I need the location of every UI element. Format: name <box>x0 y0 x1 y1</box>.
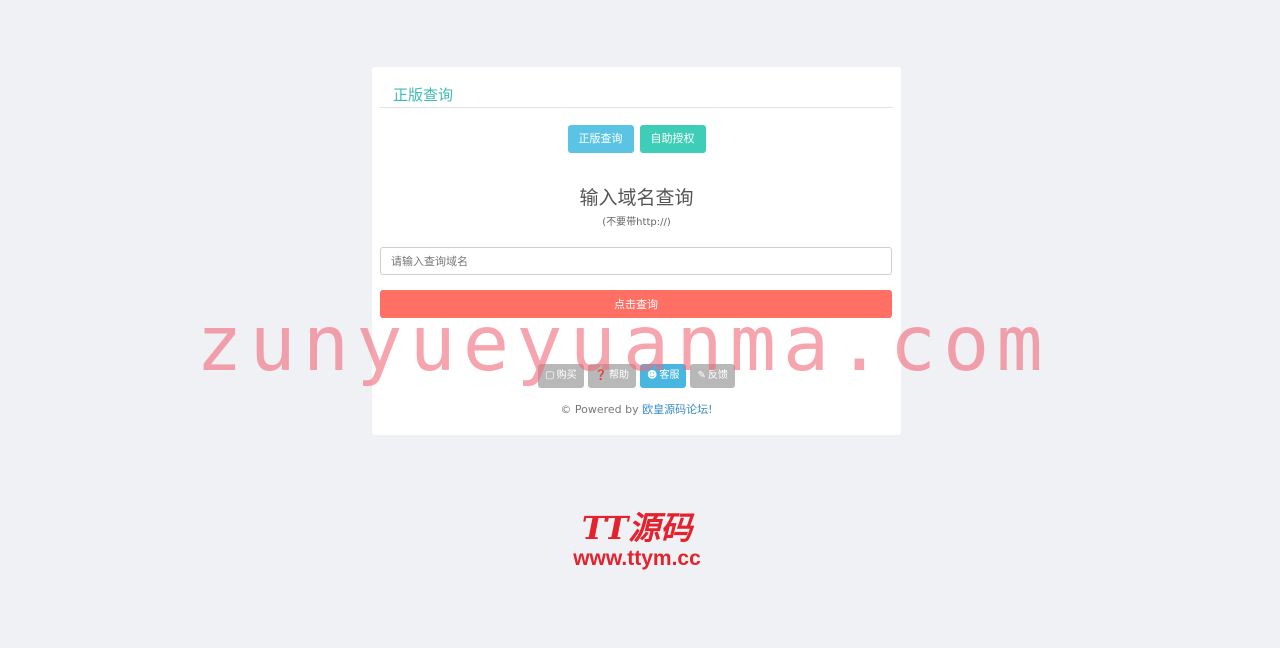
card-title: 正版查询 <box>393 86 454 104</box>
service-label: 客服 <box>659 370 680 381</box>
help-label: 帮助 <box>609 370 630 381</box>
buy-button[interactable]: ▢ 购买 <box>538 364 584 388</box>
buy-label: 购买 <box>556 370 577 381</box>
domain-input[interactable] <box>380 247 892 275</box>
brand-name: TT源码 <box>581 509 693 547</box>
tab-row: 正版查询 自助授权 <box>372 125 901 153</box>
forum-link[interactable]: 欧皇源码论坛! <box>642 403 712 416</box>
title-divider <box>380 107 893 108</box>
self-authorize-button[interactable]: 自助授权 <box>639 125 706 153</box>
genuine-query-button[interactable]: 正版查询 <box>567 125 634 153</box>
footer-links: ▢ 购买 ❓ 帮助 ☻ 客服 ✎ 反馈 <box>372 364 901 388</box>
brand-logo: TT源码 www.ttym.cc <box>562 510 712 572</box>
cart-icon: ▢ <box>545 370 555 381</box>
powered-by: © Powered by 欧皇源码论坛! <box>372 403 901 417</box>
pencil-icon: ✎ <box>697 370 706 381</box>
user-icon: ☻ <box>647 370 658 381</box>
brand-url: www.ttym.cc <box>573 547 701 570</box>
help-icon: ❓ <box>594 370 608 381</box>
help-button[interactable]: ❓ 帮助 <box>587 364 637 388</box>
service-button[interactable]: ☻ 客服 <box>640 364 687 388</box>
submit-query-button[interactable]: 点击查询 <box>380 290 892 318</box>
feedback-button[interactable]: ✎ 反馈 <box>690 364 735 388</box>
query-hint: (不要带http://) <box>602 217 671 228</box>
feedback-label: 反馈 <box>707 370 728 381</box>
powered-prefix: © Powered by <box>560 403 643 416</box>
query-card: 正版查询 正版查询 自助授权 输入域名查询 (不要带http://) 点击查询 … <box>372 67 901 435</box>
query-heading: 输入域名查询 <box>579 187 694 209</box>
